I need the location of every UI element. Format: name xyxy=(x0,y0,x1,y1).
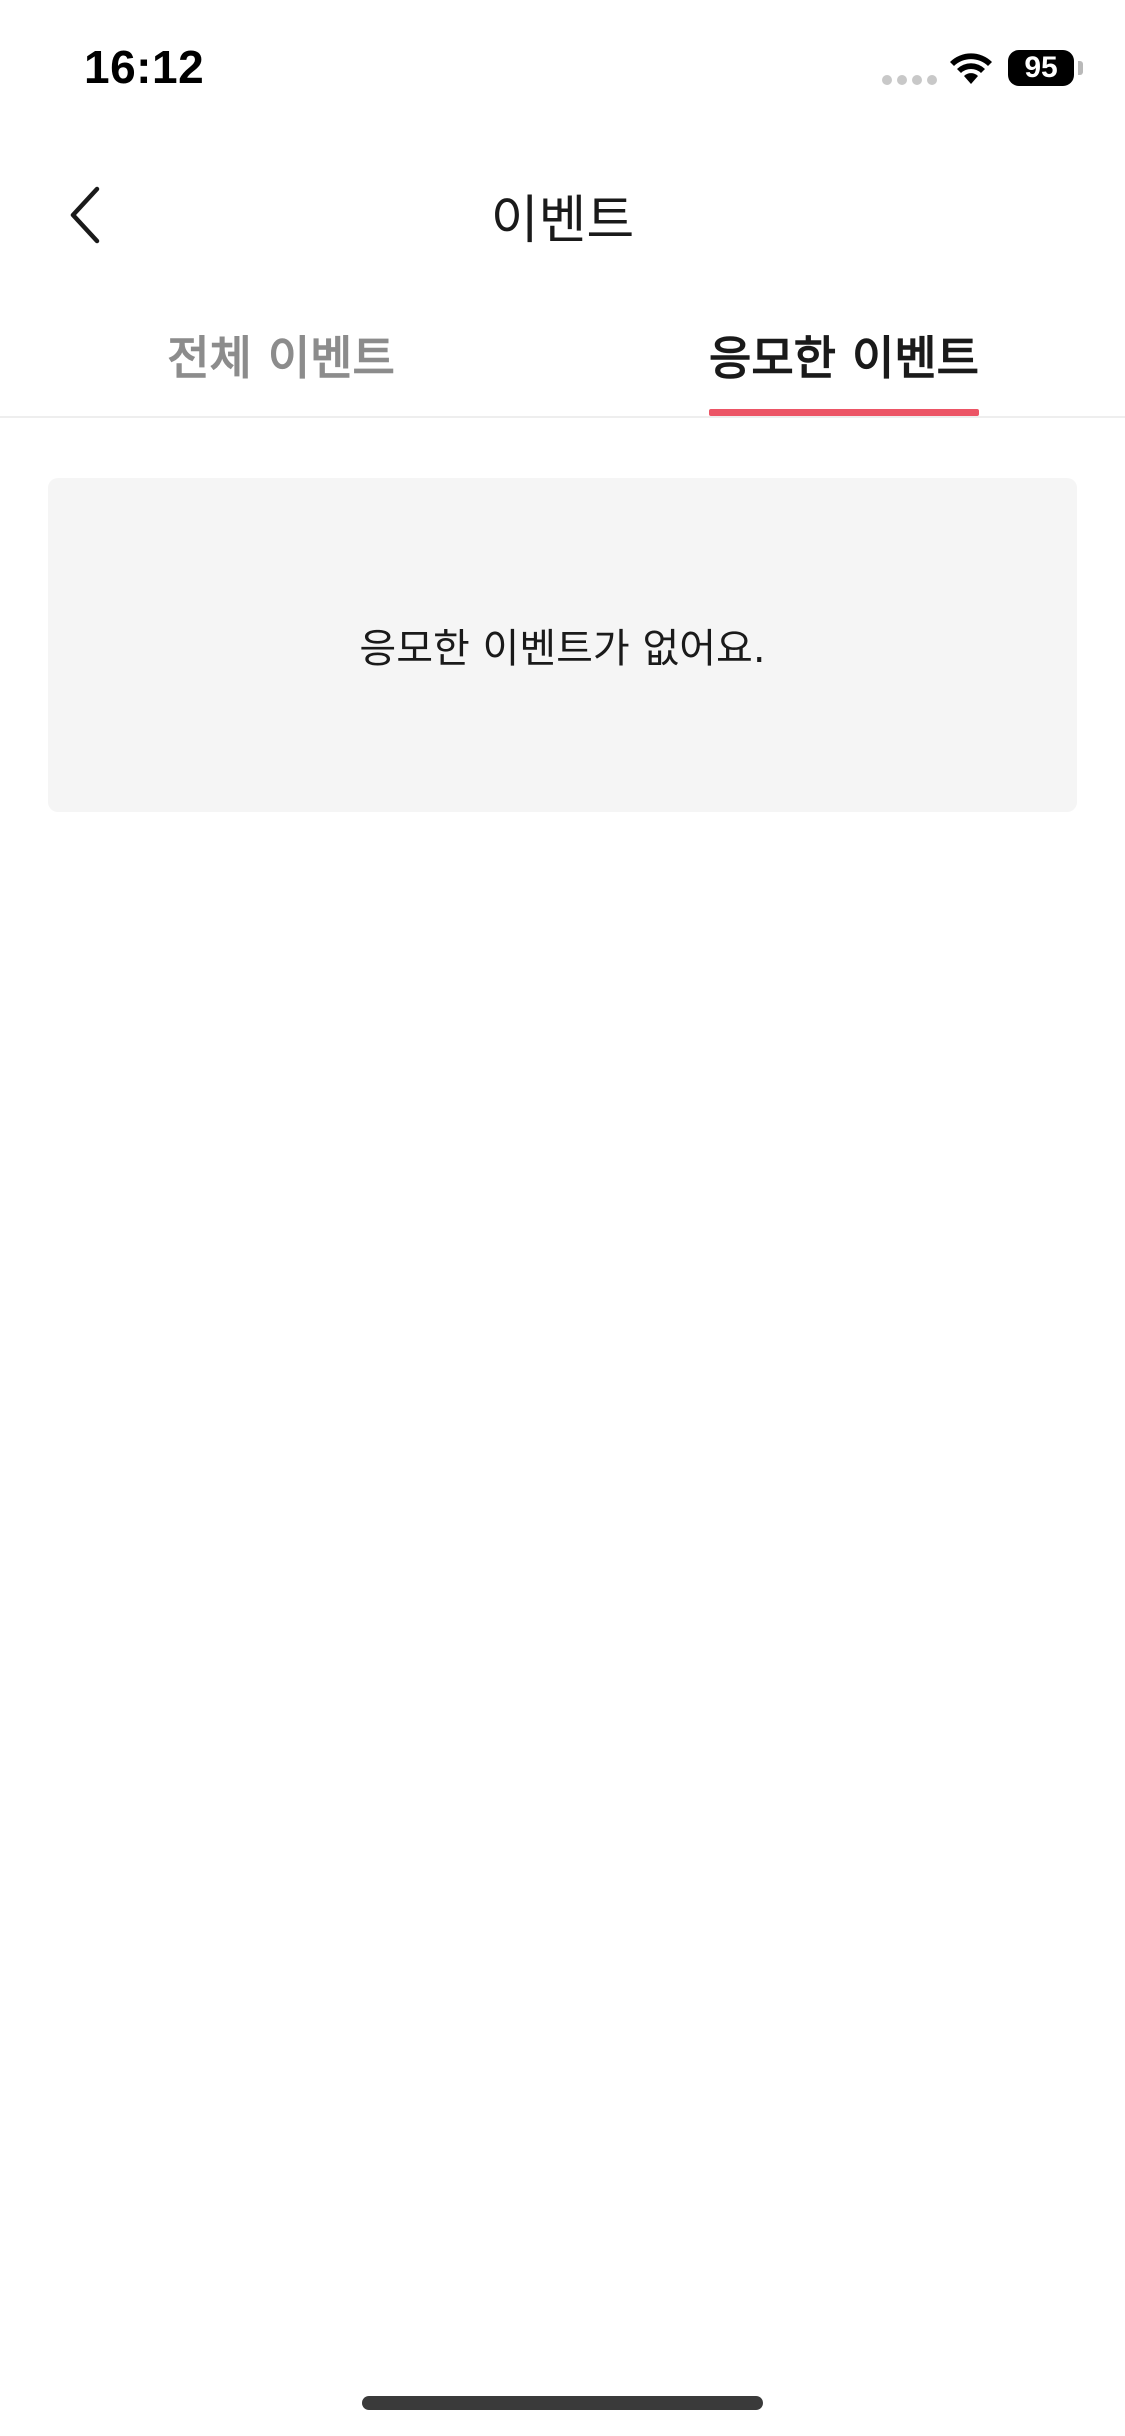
cellular-signal-icon xyxy=(882,75,937,85)
battery-icon: 95 xyxy=(1008,50,1074,86)
tab-all-events[interactable]: 전체 이벤트 xyxy=(0,300,562,416)
battery-cap xyxy=(1078,61,1083,75)
nav-bar: 이벤트 xyxy=(0,150,1125,280)
empty-state-card: 응모한 이벤트가 없어요. xyxy=(48,478,1077,812)
tab-applied-events[interactable]: 응모한 이벤트 xyxy=(563,300,1125,416)
active-tab-indicator xyxy=(709,409,979,416)
tab-all-events-label: 전체 이벤트 xyxy=(167,331,395,385)
empty-state-message: 응모한 이벤트가 없어요. xyxy=(359,626,766,672)
wifi-icon xyxy=(950,53,992,84)
tab-bar: 전체 이벤트 응모한 이벤트 xyxy=(0,300,1125,418)
home-indicator[interactable] xyxy=(362,2396,763,2410)
status-bar: 16:12 95 xyxy=(0,0,1125,140)
battery-level: 95 xyxy=(1024,51,1058,84)
page-title: 이벤트 xyxy=(490,191,635,251)
status-time: 16:12 xyxy=(84,41,205,93)
tab-applied-events-label: 응모한 이벤트 xyxy=(709,322,979,416)
